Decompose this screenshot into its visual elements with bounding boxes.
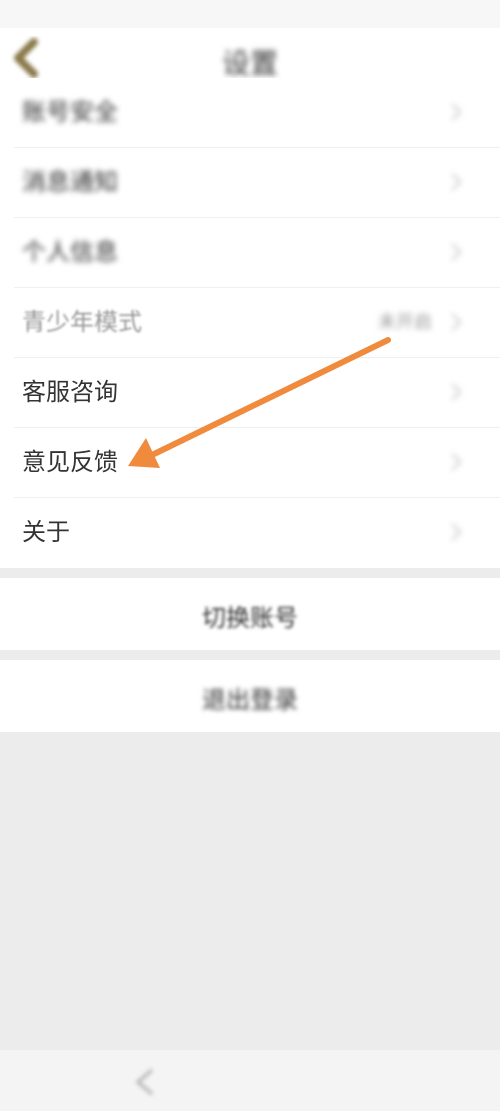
menu-item-label: 意见反馈	[22, 448, 118, 476]
menu-item-label: 客服咨询	[22, 378, 118, 406]
chevron-right-icon	[451, 523, 462, 541]
menu-item-teen-mode[interactable]: 青少年模式 未开启	[0, 288, 500, 358]
chevron-right-icon	[451, 453, 462, 471]
chevron-right-icon	[451, 383, 462, 401]
teen-mode-status: 未开启	[378, 312, 432, 333]
status-bar	[0, 0, 500, 28]
menu-item-account-security[interactable]: 账号安全	[0, 78, 500, 148]
menu-item-about[interactable]: 关于	[0, 498, 500, 568]
menu-item-label: 关于	[22, 518, 70, 546]
chevron-right-icon	[451, 313, 462, 331]
menu-item-label: 账号安全	[22, 98, 118, 126]
chevron-right-icon	[451, 103, 462, 121]
page-title: 设置	[221, 47, 278, 80]
menu-item-feedback[interactable]: 意见反馈	[0, 428, 500, 498]
menu-item-label: 个人信息	[22, 238, 118, 266]
menu-item-customer-service[interactable]: 客服咨询	[0, 358, 500, 428]
settings-list: 账号安全 消息通知 个人信息 青少年模式 未开启 客服咨询 意见反馈 关于	[0, 78, 500, 568]
logout-label: 退出登录	[202, 686, 298, 714]
system-back-icon[interactable]	[126, 1062, 166, 1102]
chevron-right-icon	[451, 173, 462, 191]
logout-button[interactable]: 退出登录	[0, 660, 500, 732]
chevron-right-icon	[451, 243, 462, 261]
menu-item-personal-info[interactable]: 个人信息	[0, 218, 500, 288]
switch-account-label: 切换账号	[202, 604, 298, 632]
switch-account-button[interactable]: 切换账号	[0, 578, 500, 650]
system-nav-bar	[0, 1050, 500, 1111]
menu-item-notifications[interactable]: 消息通知	[0, 148, 500, 218]
menu-item-label: 消息通知	[22, 168, 118, 196]
menu-item-label: 青少年模式	[22, 308, 142, 336]
